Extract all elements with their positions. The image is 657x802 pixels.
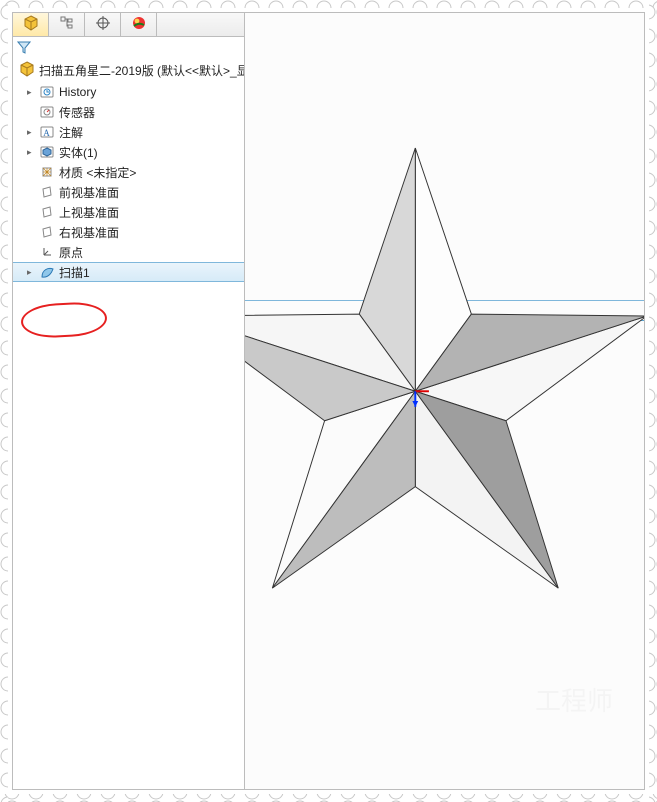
tab-property-manager[interactable] — [49, 13, 85, 36]
sensor-icon — [39, 104, 55, 120]
annotation-circle — [20, 301, 108, 339]
model-viewport[interactable]: 工程师 — [245, 13, 644, 789]
tree-node-right-plane[interactable]: 右视基准面 — [19, 222, 244, 242]
solid-body-icon — [39, 144, 55, 160]
node-label: 右视基准面 — [59, 224, 119, 241]
funnel-icon[interactable] — [17, 40, 31, 57]
tree-node-top-plane[interactable]: 上视基准面 — [19, 202, 244, 222]
feature-tree: ▸ History 传感器 ▸ A — [13, 82, 244, 282]
svg-text:A: A — [43, 128, 50, 138]
node-label: 传感器 — [59, 104, 95, 121]
node-label: 材质 <未指定> — [59, 164, 136, 181]
sweep-feature-icon — [39, 264, 55, 280]
plane-icon — [39, 184, 55, 200]
plane-icon — [39, 204, 55, 220]
tree-root[interactable]: 扫描五角星二-2019版 (默认<<默认>_显 — [13, 59, 244, 82]
app-frame: 扫描五角星二-2019版 (默认<<默认>_显 ▸ History 传感器 — [0, 0, 657, 802]
annotation-icon: A — [39, 124, 55, 140]
workarea: 扫描五角星二-2019版 (默认<<默认>_显 ▸ History 传感器 — [12, 12, 645, 790]
tree-node-sensors[interactable]: 传感器 — [19, 102, 244, 122]
origin-icon — [39, 244, 55, 260]
plane-icon — [39, 224, 55, 240]
tab-appearance-manager[interactable] — [121, 13, 157, 36]
expand-icon[interactable]: ▸ — [27, 267, 35, 278]
expand-icon[interactable]: ▸ — [27, 87, 35, 98]
tree-node-history[interactable]: ▸ History — [19, 82, 244, 102]
node-label: 扫描1 — [59, 264, 90, 281]
node-label: History — [59, 85, 96, 99]
expand-icon[interactable]: ▸ — [27, 147, 35, 158]
filter-row — [13, 37, 244, 59]
material-icon — [39, 164, 55, 180]
crosshair-icon — [96, 16, 110, 33]
manager-tabs — [13, 13, 244, 37]
tab-feature-manager[interactable] — [13, 13, 49, 36]
tree-node-sweep[interactable]: ▸ 扫描1 — [13, 262, 244, 282]
node-label: 实体(1) — [59, 144, 98, 161]
model-star — [245, 13, 644, 789]
part-cube-icon — [19, 61, 35, 80]
sphere-icon — [132, 16, 146, 33]
tree-icon — [60, 16, 74, 33]
tree-node-annotations[interactable]: ▸ A 注解 — [19, 122, 244, 142]
expand-icon[interactable]: ▸ — [27, 127, 35, 138]
tree-node-material[interactable]: 材质 <未指定> — [19, 162, 244, 182]
feature-manager-panel: 扫描五角星二-2019版 (默认<<默认>_显 ▸ History 传感器 — [13, 13, 245, 789]
node-label: 原点 — [59, 244, 83, 261]
cube-icon — [23, 15, 39, 34]
tree-node-solids[interactable]: ▸ 实体(1) — [19, 142, 244, 162]
history-icon — [39, 84, 55, 100]
root-label: 扫描五角星二-2019版 (默认<<默认>_显 — [39, 62, 244, 79]
node-label: 注解 — [59, 124, 83, 141]
tab-configuration-manager[interactable] — [85, 13, 121, 36]
tree-node-front-plane[interactable]: 前视基准面 — [19, 182, 244, 202]
tree-node-origin[interactable]: 原点 — [19, 242, 244, 262]
node-label: 前视基准面 — [59, 184, 119, 201]
node-label: 上视基准面 — [59, 204, 119, 221]
